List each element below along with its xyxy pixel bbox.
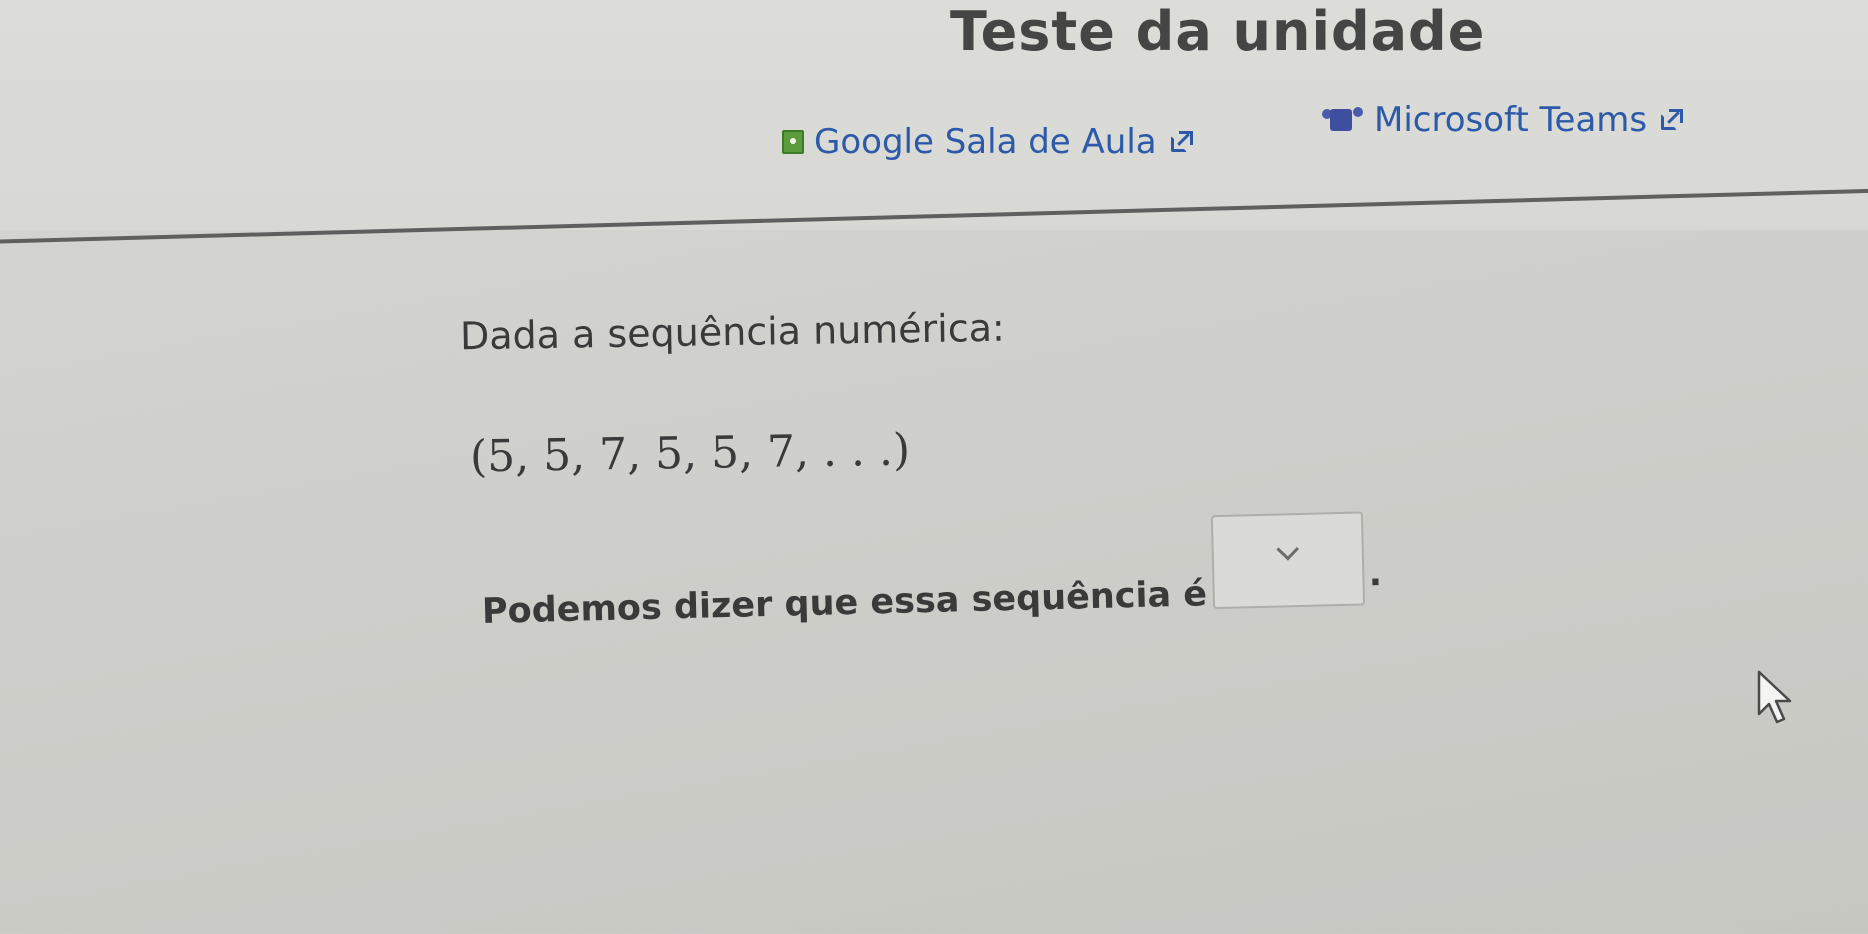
- answer-dropdown[interactable]: [1211, 511, 1366, 610]
- mouse-pointer-icon: [1757, 670, 1792, 724]
- answer-line: Podemos dizer que essa sequência é .: [481, 511, 1383, 632]
- external-link-icon: [1170, 131, 1193, 153]
- external-link-icon: [1661, 109, 1684, 131]
- share-microsoft-teams-link[interactable]: Microsoft Teams: [1322, 100, 1684, 140]
- number-sequence: (5, 5, 7, 5, 5, 7, . . .): [469, 424, 911, 483]
- page-title: Teste da unidade: [950, 0, 1486, 63]
- share-microsoft-teams-label: Microsoft Teams: [1374, 100, 1648, 140]
- share-google-classroom-label: Google Sala de Aula: [814, 122, 1157, 162]
- google-classroom-icon: [782, 130, 804, 154]
- chevron-down-icon: [1276, 537, 1300, 561]
- share-google-classroom-link[interactable]: Google Sala de Aula: [782, 122, 1193, 162]
- answer-prompt: Podemos dizer que essa sequência é: [481, 574, 1208, 632]
- microsoft-teams-icon: [1322, 107, 1364, 133]
- question-intro: Dada a sequência numérica:: [459, 305, 1006, 359]
- answer-period: .: [1368, 554, 1383, 595]
